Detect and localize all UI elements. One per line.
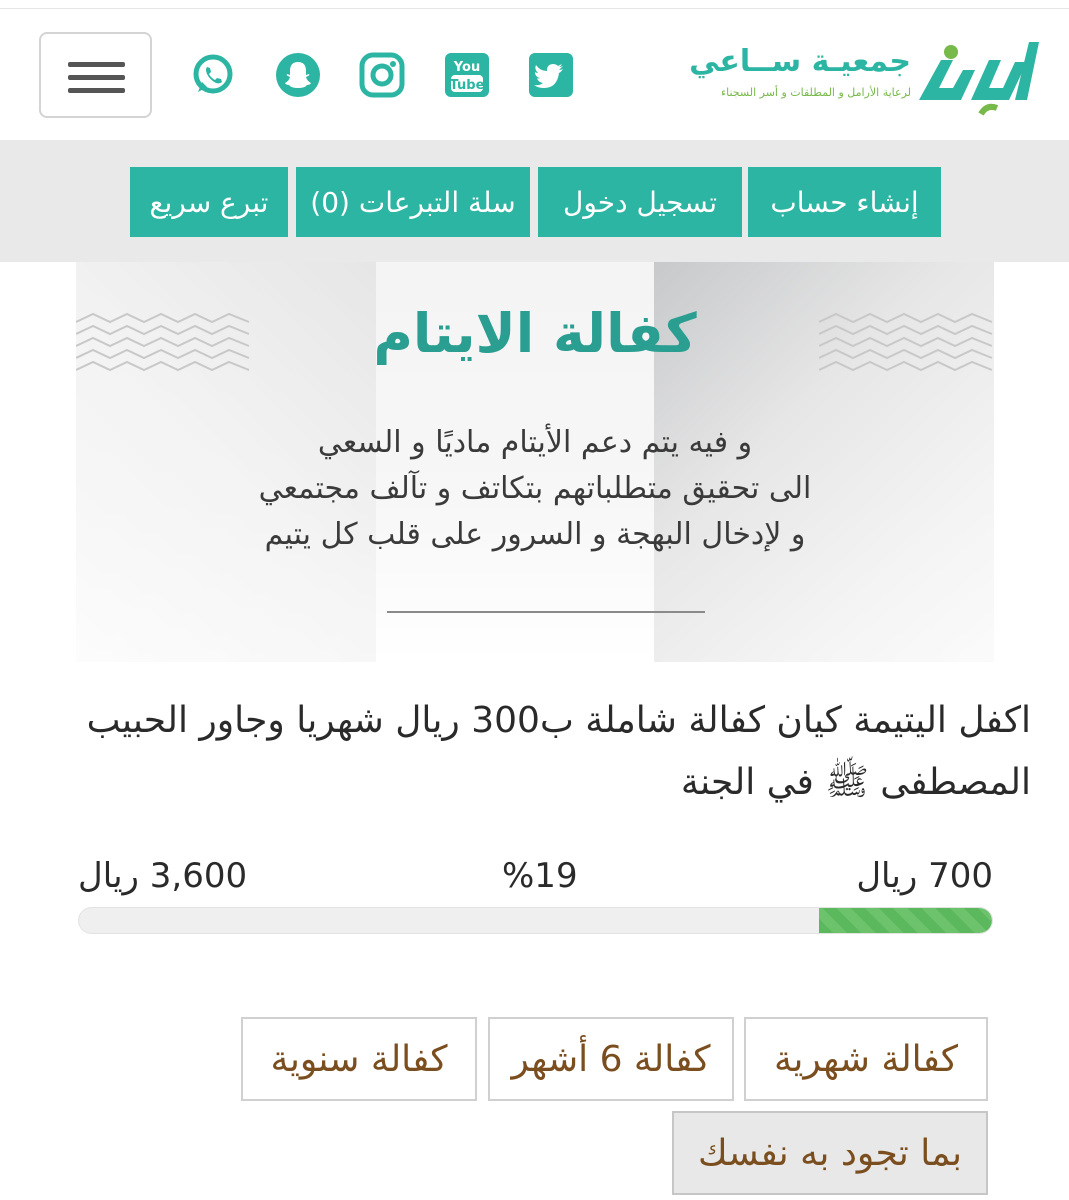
saai-logo[interactable]: جمعيـة ســاعي لرعاية الأرامل و المطلقات … bbox=[641, 30, 1041, 120]
progress-bar-fill bbox=[818, 908, 992, 933]
progress-bar bbox=[78, 907, 993, 934]
logo-subtitle: لرعاية الأرامل و المطلقات و أسر السجناء bbox=[720, 86, 911, 99]
monthly-sponsorship-option[interactable]: كفالة شهرية bbox=[744, 1017, 988, 1101]
banner-title: كفالة الايتام bbox=[373, 302, 697, 365]
banner-body: و فيه يتم دعم الأيتام ماديًا و السعي الى… bbox=[76, 420, 994, 558]
collected-amount: 700 ريال bbox=[856, 856, 993, 896]
donation-cart-button[interactable]: سلة التبرعات (0) bbox=[296, 167, 530, 237]
whatsapp-icon[interactable] bbox=[190, 52, 236, 98]
progress-percent: %19 bbox=[502, 856, 578, 896]
logo-name: جمعيـة ســاعي bbox=[689, 44, 911, 79]
hamburger-menu-button[interactable] bbox=[39, 32, 152, 118]
nav-band: إنشاء حساب تسجيل دخول سلة التبرعات (0) ت… bbox=[0, 140, 1069, 262]
menu-bar bbox=[68, 88, 125, 93]
banner-line-2: الى تحقيق متطلباتهم بتكاتف و تآلف مجتمعي bbox=[258, 471, 812, 506]
top-divider bbox=[0, 8, 1069, 9]
menu-bar bbox=[68, 75, 125, 80]
quick-donate-button[interactable]: تبرع سريع bbox=[130, 167, 288, 237]
youtube-text-bottom: Tube bbox=[450, 78, 485, 93]
create-account-button[interactable]: إنشاء حساب bbox=[748, 167, 941, 237]
custom-amount-option[interactable]: بما تجود به نفسك bbox=[672, 1111, 988, 1195]
site-header: You Tube جمعيـة ســاعي لرعاية الأرامل و … bbox=[0, 10, 1069, 140]
youtube-text-top: You bbox=[453, 60, 480, 75]
snapchat-icon[interactable] bbox=[275, 52, 321, 98]
orphan-sponsorship-banner: كفالة الايتام و فيه يتم دعم الأيتام مادي… bbox=[76, 262, 994, 662]
logo-mark-icon bbox=[919, 42, 1039, 116]
logo-text-block: جمعيـة ســاعي لرعاية الأرامل و المطلقات … bbox=[671, 42, 911, 99]
banner-line-1: و فيه يتم دعم الأيتام ماديًا و السعي bbox=[317, 425, 753, 460]
banner-divider bbox=[387, 611, 705, 613]
campaign-description: اكفل اليتيمة كيان كفالة شاملة ب300 ريال … bbox=[86, 700, 1031, 803]
instagram-icon[interactable] bbox=[359, 52, 405, 98]
banner-line-3: و لإدخال البهجة و السرور على قلب كل يتيم bbox=[264, 517, 806, 552]
login-button[interactable]: تسجيل دخول bbox=[538, 167, 742, 237]
youtube-icon[interactable]: You Tube bbox=[444, 52, 490, 98]
twitter-icon[interactable] bbox=[528, 52, 574, 98]
target-amount: 3,600 ريال bbox=[78, 856, 248, 896]
yearly-sponsorship-option[interactable]: كفالة سنوية bbox=[241, 1017, 477, 1101]
menu-bar bbox=[68, 62, 125, 67]
six-month-sponsorship-option[interactable]: كفالة 6 أشهر bbox=[488, 1017, 734, 1101]
